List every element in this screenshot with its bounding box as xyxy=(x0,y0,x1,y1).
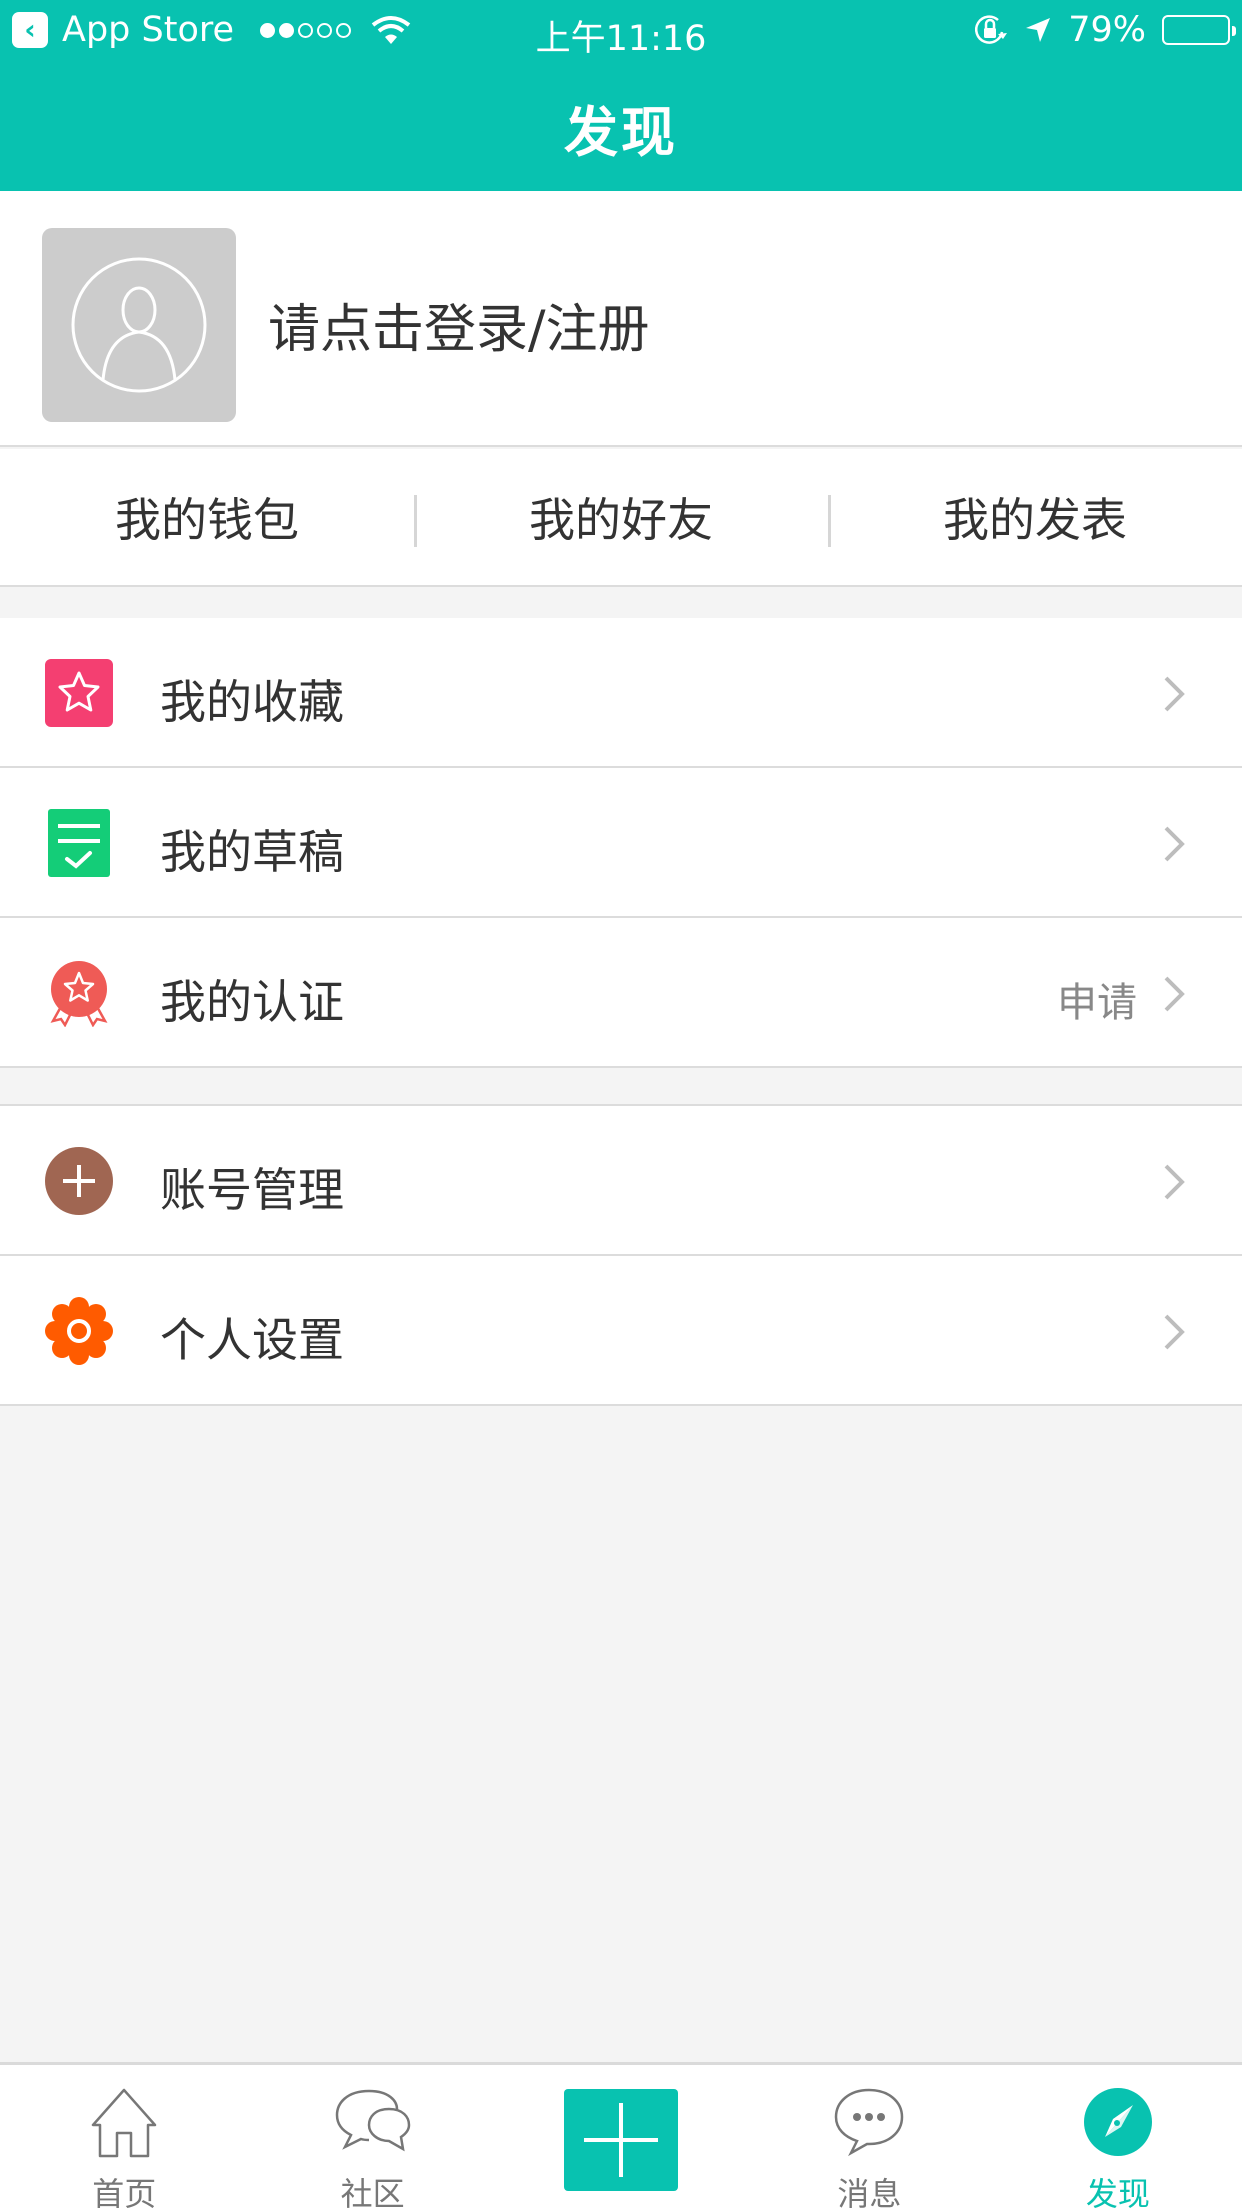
chevron-right-icon xyxy=(1164,1164,1185,1200)
login-register-prompt[interactable]: 请点击登录/注册 xyxy=(268,287,650,362)
location-icon xyxy=(1026,18,1051,42)
chevron-right-icon xyxy=(1164,826,1185,862)
tab-publish[interactable] xyxy=(497,2065,745,2208)
tab-label: 消息 xyxy=(837,2175,902,2208)
menu-item-label: 账号管理 xyxy=(160,1163,344,1217)
tab-label: 发现 xyxy=(1085,2175,1150,2208)
quick-links: 我的钱包 我的好友 我的发表 xyxy=(0,449,1242,587)
rotation-lock-icon xyxy=(975,15,1008,44)
chevron-right-icon xyxy=(1164,676,1185,712)
bottom-tab-bar: 首页 社区 消息 发现 xyxy=(0,2062,1242,2208)
menu-item-certification[interactable]: 我的认证 申请 xyxy=(0,918,1242,1068)
tab-messages[interactable]: 消息 xyxy=(745,2065,993,2208)
menu-item-label: 我的草稿 xyxy=(160,825,344,879)
gear-icon xyxy=(45,1297,113,1365)
menu-group-2: 账号管理 个人设置 xyxy=(0,1104,1242,1406)
plus-icon[interactable] xyxy=(564,2089,679,2191)
quick-link-friends[interactable]: 我的好友 xyxy=(414,449,828,585)
status-bar: ‹ App Store 上午11:16 79% xyxy=(0,0,1242,60)
menu-item-label: 我的收藏 xyxy=(160,675,344,729)
quick-link-wallet[interactable]: 我的钱包 xyxy=(0,449,414,585)
tab-community[interactable]: 社区 xyxy=(248,2065,496,2208)
menu-item-drafts[interactable]: 我的草稿 xyxy=(0,768,1242,918)
battery-percent: 79% xyxy=(1068,10,1146,50)
battery-icon xyxy=(1162,15,1236,45)
menu-item-label: 我的认证 xyxy=(160,975,344,1029)
plus-circle-icon xyxy=(45,1147,113,1215)
apply-link[interactable]: 申请 xyxy=(1057,970,1137,1028)
login-profile-card[interactable]: 请点击登录/注册 xyxy=(0,191,1242,447)
tab-label: 社区 xyxy=(340,2175,405,2208)
menu-group-1: 我的收藏 我的草稿 我的认证 申请 xyxy=(0,618,1242,1068)
home-icon xyxy=(91,2088,157,2158)
menu-item-personal-settings[interactable]: 个人设置 xyxy=(0,1256,1242,1406)
page-title: 发现 xyxy=(564,101,678,164)
status-right: 79% xyxy=(972,10,1236,50)
star-icon xyxy=(45,659,113,727)
tab-discover[interactable]: 发现 xyxy=(994,2065,1242,2208)
tab-home[interactable]: 首页 xyxy=(0,2065,248,2208)
tab-label: 首页 xyxy=(92,2175,157,2208)
menu-item-favorites[interactable]: 我的收藏 xyxy=(0,618,1242,768)
badge-icon xyxy=(50,961,108,1027)
menu-item-label: 个人设置 xyxy=(160,1313,344,1367)
compass-icon xyxy=(1083,2088,1152,2156)
draft-icon xyxy=(48,809,110,877)
header: ‹ App Store 上午11:16 79% 发现 xyxy=(0,0,1242,191)
message-icon xyxy=(835,2088,904,2157)
quick-link-posts[interactable]: 我的发表 xyxy=(828,449,1242,585)
menu-item-account-management[interactable]: 账号管理 xyxy=(0,1106,1242,1256)
chevron-right-icon xyxy=(1164,976,1185,1012)
avatar[interactable] xyxy=(42,228,236,422)
user-placeholder-icon xyxy=(71,257,207,393)
community-icon xyxy=(335,2089,410,2152)
chevron-right-icon xyxy=(1164,1314,1185,1350)
